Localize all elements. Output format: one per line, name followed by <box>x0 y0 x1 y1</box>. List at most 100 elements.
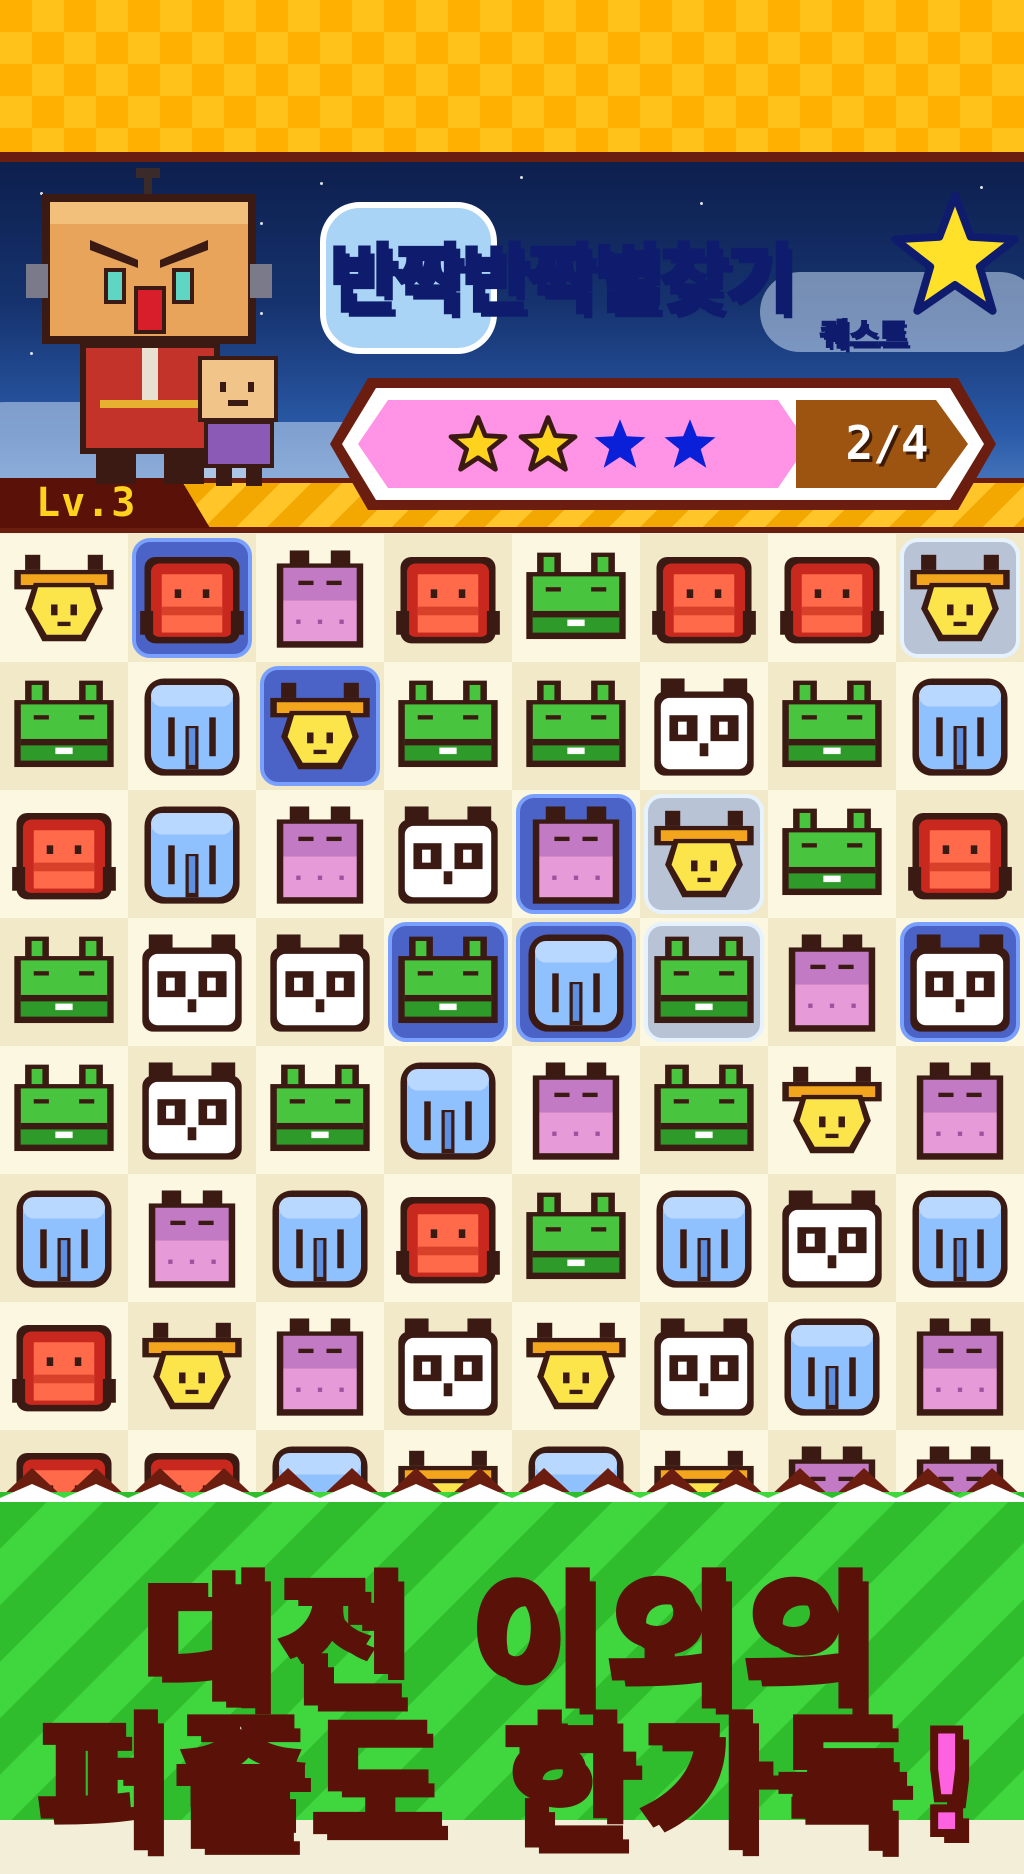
giraffe-piece-icon[interactable] <box>906 544 1014 652</box>
panda-piece-icon[interactable] <box>138 928 246 1036</box>
frog-piece-icon[interactable] <box>650 1056 758 1164</box>
board-cell[interactable] <box>0 918 128 1046</box>
board-cell[interactable] <box>384 1302 512 1430</box>
board-cell[interactable] <box>384 790 512 918</box>
frog-piece-icon[interactable] <box>266 1056 374 1164</box>
hippo-piece-icon[interactable] <box>906 1312 1014 1420</box>
board-cell[interactable] <box>256 1302 384 1430</box>
board-cell[interactable] <box>128 534 256 662</box>
board-cell[interactable] <box>640 534 768 662</box>
board-cell[interactable] <box>384 662 512 790</box>
hippo-piece-icon[interactable] <box>522 1056 630 1164</box>
frog-piece-icon[interactable] <box>394 928 502 1036</box>
monkey-piece-icon[interactable] <box>394 544 502 652</box>
board-cell[interactable] <box>640 918 768 1046</box>
board-cell[interactable] <box>384 534 512 662</box>
frog-piece-icon[interactable] <box>394 672 502 780</box>
elephant-piece-icon[interactable] <box>522 928 630 1036</box>
board-cell[interactable] <box>768 918 896 1046</box>
board-cell[interactable] <box>896 662 1024 790</box>
elephant-piece-icon[interactable] <box>138 800 246 908</box>
board-cell[interactable] <box>640 1046 768 1174</box>
elephant-piece-icon[interactable] <box>906 672 1014 780</box>
board-cell[interactable] <box>256 534 384 662</box>
board-cell[interactable] <box>128 918 256 1046</box>
giraffe-piece-icon[interactable] <box>778 1056 886 1164</box>
board-cell[interactable] <box>256 790 384 918</box>
board-cell[interactable] <box>896 534 1024 662</box>
board-cell[interactable] <box>0 790 128 918</box>
frog-piece-icon[interactable] <box>10 1056 118 1164</box>
hippo-piece-icon[interactable] <box>778 928 886 1036</box>
panda-piece-icon[interactable] <box>906 928 1014 1036</box>
board-cell[interactable] <box>0 662 128 790</box>
hippo-piece-icon[interactable] <box>522 800 630 908</box>
elephant-piece-icon[interactable] <box>906 1184 1014 1292</box>
monkey-piece-icon[interactable] <box>650 544 758 652</box>
giraffe-piece-icon[interactable] <box>10 544 118 652</box>
board-cell[interactable] <box>896 1174 1024 1302</box>
board-cell[interactable] <box>256 1046 384 1174</box>
giraffe-piece-icon[interactable] <box>138 1312 246 1420</box>
board-cell[interactable] <box>512 662 640 790</box>
board-cell[interactable] <box>896 1046 1024 1174</box>
board-cell[interactable] <box>768 1302 896 1430</box>
giraffe-piece-icon[interactable] <box>650 800 758 908</box>
board-cell[interactable] <box>384 1174 512 1302</box>
board-cell[interactable] <box>256 1174 384 1302</box>
panda-piece-icon[interactable] <box>266 928 374 1036</box>
panda-piece-icon[interactable] <box>394 800 502 908</box>
elephant-piece-icon[interactable] <box>778 1312 886 1420</box>
board-cell[interactable] <box>512 534 640 662</box>
elephant-piece-icon[interactable] <box>10 1184 118 1292</box>
board-cell[interactable] <box>512 1174 640 1302</box>
board-cell[interactable] <box>896 790 1024 918</box>
board-cell[interactable] <box>640 790 768 918</box>
board-cell[interactable] <box>128 1046 256 1174</box>
monkey-piece-icon[interactable] <box>138 544 246 652</box>
hippo-piece-icon[interactable] <box>138 1184 246 1292</box>
hippo-piece-icon[interactable] <box>266 800 374 908</box>
board-cell[interactable] <box>128 1174 256 1302</box>
board-cell[interactable] <box>128 662 256 790</box>
panda-piece-icon[interactable] <box>394 1312 502 1420</box>
monkey-piece-icon[interactable] <box>394 1184 502 1292</box>
panda-piece-icon[interactable] <box>778 1184 886 1292</box>
board-cell[interactable] <box>512 790 640 918</box>
board-cell[interactable] <box>768 1174 896 1302</box>
frog-piece-icon[interactable] <box>10 928 118 1036</box>
frog-piece-icon[interactable] <box>522 544 630 652</box>
board-cell[interactable] <box>128 790 256 918</box>
panda-piece-icon[interactable] <box>650 672 758 780</box>
board-cell[interactable] <box>640 662 768 790</box>
board-cell[interactable] <box>768 662 896 790</box>
board-cell[interactable] <box>768 534 896 662</box>
frog-piece-icon[interactable] <box>522 672 630 780</box>
board-cell[interactable] <box>640 1302 768 1430</box>
monkey-piece-icon[interactable] <box>10 800 118 908</box>
frog-piece-icon[interactable] <box>778 672 886 780</box>
board-cell[interactable] <box>512 1302 640 1430</box>
monkey-piece-icon[interactable] <box>906 800 1014 908</box>
board-cell[interactable] <box>896 918 1024 1046</box>
hippo-piece-icon[interactable] <box>266 544 374 652</box>
hippo-piece-icon[interactable] <box>266 1312 374 1420</box>
panda-piece-icon[interactable] <box>138 1056 246 1164</box>
board-cell[interactable] <box>256 662 384 790</box>
giraffe-piece-icon[interactable] <box>522 1312 630 1420</box>
frog-piece-icon[interactable] <box>650 928 758 1036</box>
frog-piece-icon[interactable] <box>778 800 886 908</box>
board-cell[interactable] <box>384 918 512 1046</box>
board-cell[interactable] <box>0 1046 128 1174</box>
board-cell[interactable] <box>768 1046 896 1174</box>
elephant-piece-icon[interactable] <box>266 1184 374 1292</box>
board-cell[interactable] <box>512 1046 640 1174</box>
board-cell[interactable] <box>256 918 384 1046</box>
board-cell[interactable] <box>896 1302 1024 1430</box>
frog-piece-icon[interactable] <box>522 1184 630 1292</box>
hippo-piece-icon[interactable] <box>906 1056 1014 1164</box>
board-cell[interactable] <box>0 1174 128 1302</box>
monkey-piece-icon[interactable] <box>778 544 886 652</box>
elephant-piece-icon[interactable] <box>138 672 246 780</box>
board-cell[interactable] <box>640 1174 768 1302</box>
